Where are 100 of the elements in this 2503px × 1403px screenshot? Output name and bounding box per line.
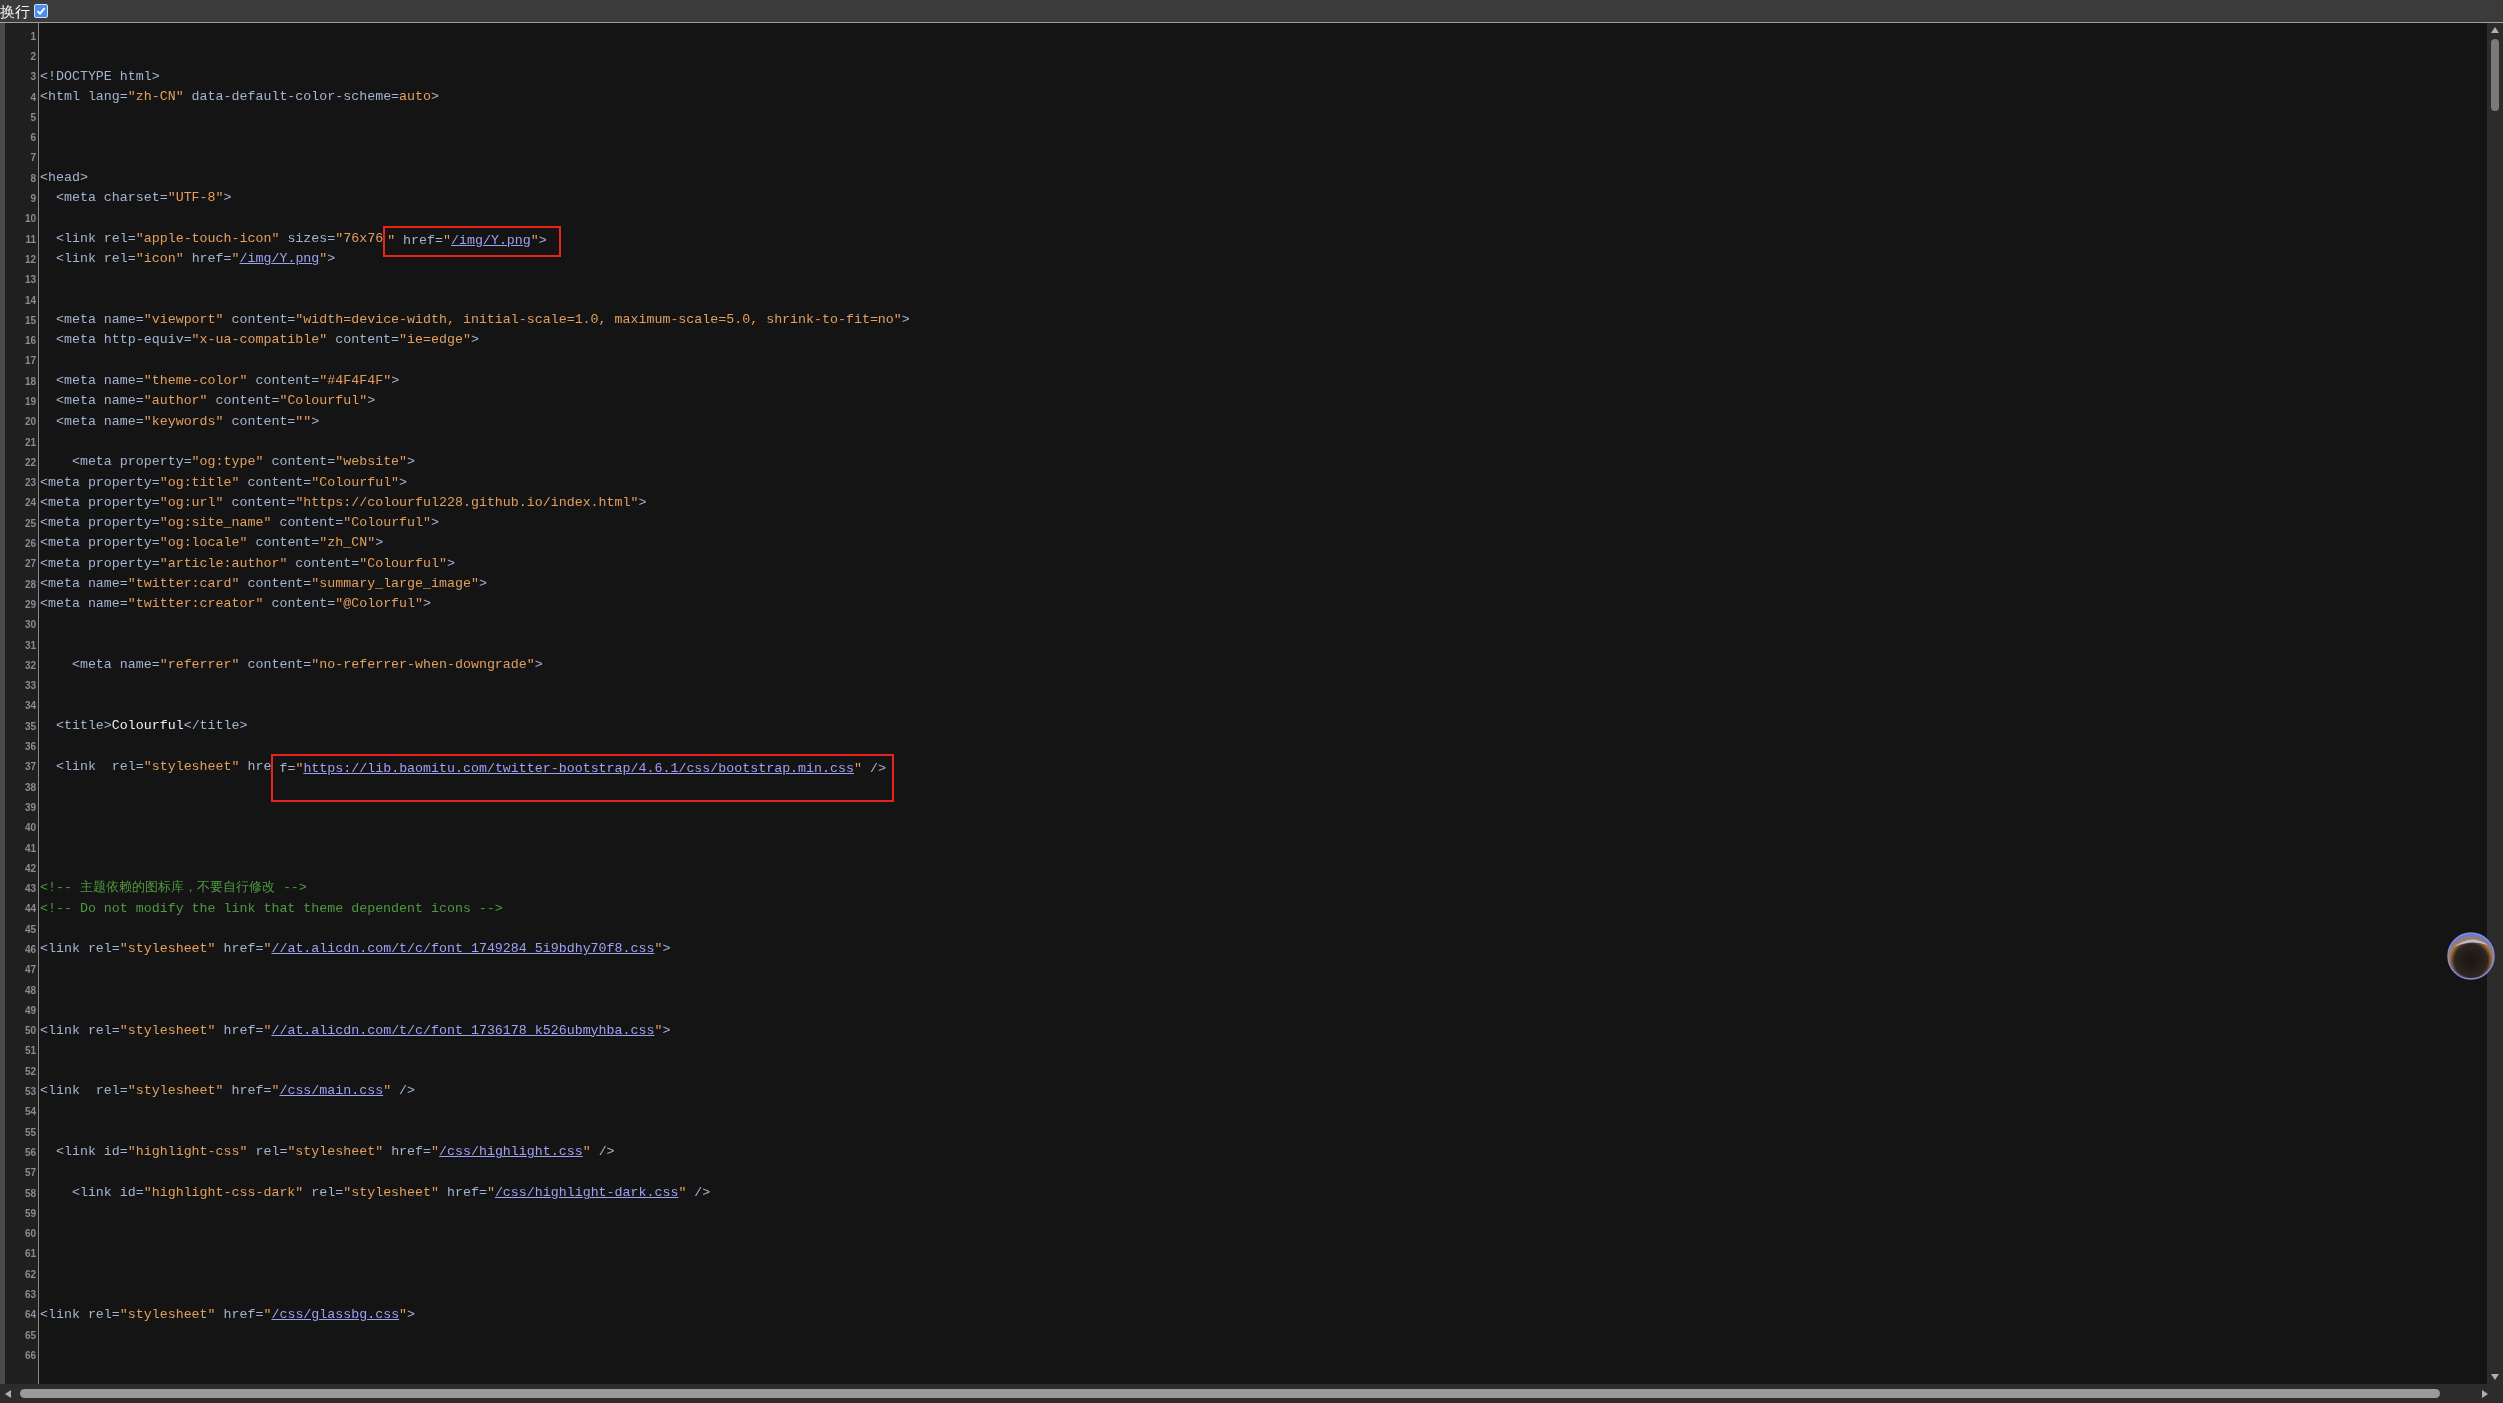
- line-number: 22: [24, 455, 36, 470]
- code-line: <link rel="icon" href="/img/Y.png">: [54, 251, 336, 267]
- line-number: 65: [24, 1328, 36, 1343]
- line-number: 57: [24, 1166, 36, 1181]
- line-number: 41: [24, 841, 36, 856]
- line-number: 53: [24, 1085, 36, 1100]
- line-number: 35: [24, 719, 36, 734]
- line-number: 34: [24, 699, 36, 714]
- line-number: 25: [24, 516, 36, 531]
- line-number: 66: [24, 1348, 36, 1363]
- line-number: 28: [24, 577, 36, 592]
- scroll-down-icon[interactable]: [2490, 1373, 2500, 1381]
- code-line: <!-- 主题依赖的图标库，不要自行修改 -->: [40, 880, 307, 896]
- code-line: <link rel="stylesheet" href="//at.alicdn.com/t/c/font_1749284_5i9bdhy70f8.css">: [40, 941, 671, 957]
- code-line: <!DOCTYPE html>: [40, 68, 160, 84]
- code-link[interactable]: /css/highlight-dark.css: [494, 1184, 679, 1200]
- line-number: 19: [24, 395, 36, 409]
- code-line: <link rel="stylesheet" href="//at.alicdn.com/t/c/font_1736178_k526ubmyhba.css">: [40, 1022, 671, 1038]
- line-number: 5: [30, 110, 36, 125]
- line-number: 58: [24, 1186, 36, 1201]
- code-link[interactable]: /css/highlight.css: [439, 1144, 583, 1160]
- code-line: <meta name="viewport" content="width=device-width, initial-scale=1.0, maximum-scale=5.0, shrink-to-fit=no">: [54, 312, 910, 328]
- horizontal-scrollbar[interactable]: [0, 1384, 2503, 1403]
- code-link[interactable]: /css/main.css: [279, 1083, 384, 1099]
- line-number: 59: [24, 1206, 36, 1221]
- line-number: 13: [24, 273, 36, 288]
- line-number: 18: [24, 374, 36, 389]
- line-number: 6: [30, 131, 36, 146]
- code-line: <meta name="referrer" content="no-referrer-when-downgrade">: [70, 657, 543, 673]
- line-number: 23: [24, 476, 36, 491]
- line-number: 55: [24, 1125, 36, 1140]
- code-link[interactable]: //at.alicdn.com/t/c/font_1736178_k526ubmyhba.css: [271, 1022, 655, 1038]
- line-number: 9: [30, 192, 36, 206]
- line-number: 31: [24, 638, 36, 653]
- vertical-scrollbar[interactable]: [2487, 23, 2503, 1384]
- annotation-box: f="https://lib.baomitu.com/twitter-bootstrap/4.6.1/css/bootstrap.min.css" />: [271, 753, 894, 802]
- line-number: 21: [24, 435, 36, 450]
- line-number: 3: [30, 70, 36, 85]
- scroll-thumb[interactable]: [20, 1389, 2440, 1398]
- code-line: <meta charset="UTF-8">: [54, 190, 232, 206]
- scroll-left-icon[interactable]: [4, 1388, 12, 1399]
- line-number: 11: [25, 232, 36, 247]
- line-number: 24: [24, 496, 36, 511]
- line-number: 62: [24, 1267, 36, 1282]
- glass-sphere-icon[interactable]: [2446, 931, 2496, 981]
- code-line: <meta http-equiv="x-ua-compatible" content="ie=edge">: [54, 332, 479, 348]
- line-number: 8: [30, 171, 36, 186]
- line-number: 60: [24, 1227, 36, 1242]
- line-number: 40: [24, 821, 36, 836]
- line-number: 17: [24, 354, 36, 369]
- code-line: <html lang="zh-CN" data-default-color-scheme=auto>: [40, 88, 439, 104]
- line-number: 56: [24, 1145, 36, 1160]
- line-number: 54: [24, 1105, 36, 1120]
- line-number: 20: [24, 415, 36, 430]
- line-number: 39: [24, 800, 36, 815]
- wrap-checkbox[interactable]: [34, 4, 48, 18]
- line-number: 42: [24, 861, 36, 876]
- line-number: 37: [24, 760, 36, 775]
- line-number: 4: [30, 90, 36, 105]
- code-line: <meta property="og:url" content="https://colourful228.github.io/index.html">: [40, 494, 647, 510]
- code-line: <meta name="twitter:card" content="summary_large_image">: [40, 576, 487, 591]
- code-line: <head>: [40, 170, 88, 186]
- line-number: 30: [24, 618, 36, 633]
- line-number: 64: [24, 1308, 36, 1323]
- code-line: <link id="highlight-css-dark" rel="stylesheet" href="/css/highlight-dark.css" />: [70, 1184, 711, 1200]
- code-line: <title>Colourful</title>: [54, 718, 248, 734]
- annotation-box: " href="/img/Y.png">: [383, 225, 561, 258]
- line-number: 1: [30, 29, 36, 44]
- line-number: 10: [24, 212, 36, 227]
- code-line: <meta name="theme-color" content="#4F4F4F">: [54, 373, 400, 389]
- scroll-right-icon[interactable]: [2481, 1388, 2489, 1399]
- code-link[interactable]: /img/Y.png: [451, 232, 531, 248]
- code-link[interactable]: /css/glassbg.css: [271, 1306, 400, 1322]
- line-number: 48: [24, 983, 36, 998]
- line-number: 36: [24, 740, 36, 755]
- code-line: <meta name="twitter:creator" content="@Colorful">: [40, 596, 432, 612]
- scroll-thumb[interactable]: [2491, 39, 2499, 111]
- line-number: 7: [30, 151, 36, 166]
- line-number: 16: [24, 334, 36, 349]
- toolbar-label: 换行: [0, 3, 30, 19]
- code-link[interactable]: //at.alicdn.com/t/c/font_1749284_5i9bdhy70f8.css: [271, 941, 655, 957]
- line-number: 51: [24, 1044, 36, 1059]
- code-line: <link rel="stylesheet" href="/css/main.css" />: [40, 1083, 416, 1099]
- line-number: 12: [24, 252, 36, 267]
- code-line: <!-- Do not modify the link that theme dependent icons -->: [40, 900, 503, 916]
- line-number: 44: [24, 902, 36, 917]
- line-number: 61: [24, 1247, 36, 1262]
- line-number: 26: [24, 537, 36, 552]
- line-number: 2: [30, 49, 36, 64]
- line-number: 50: [24, 1024, 36, 1039]
- code-line: <meta property="og:type" content="website">: [70, 454, 416, 470]
- code-link[interactable]: /img/Y.png: [239, 251, 320, 267]
- line-number: 49: [24, 1003, 36, 1018]
- line-number: 29: [24, 597, 36, 612]
- code-link[interactable]: https://lib.baomitu.com/twitter-bootstrap/4.6.1/css/bootstrap.min.css: [303, 760, 854, 776]
- line-number: 15: [24, 313, 36, 328]
- line-number: 32: [24, 658, 36, 673]
- line-number: 43: [24, 882, 36, 897]
- scroll-up-icon[interactable]: [2490, 26, 2500, 34]
- line-number: 33: [24, 679, 36, 694]
